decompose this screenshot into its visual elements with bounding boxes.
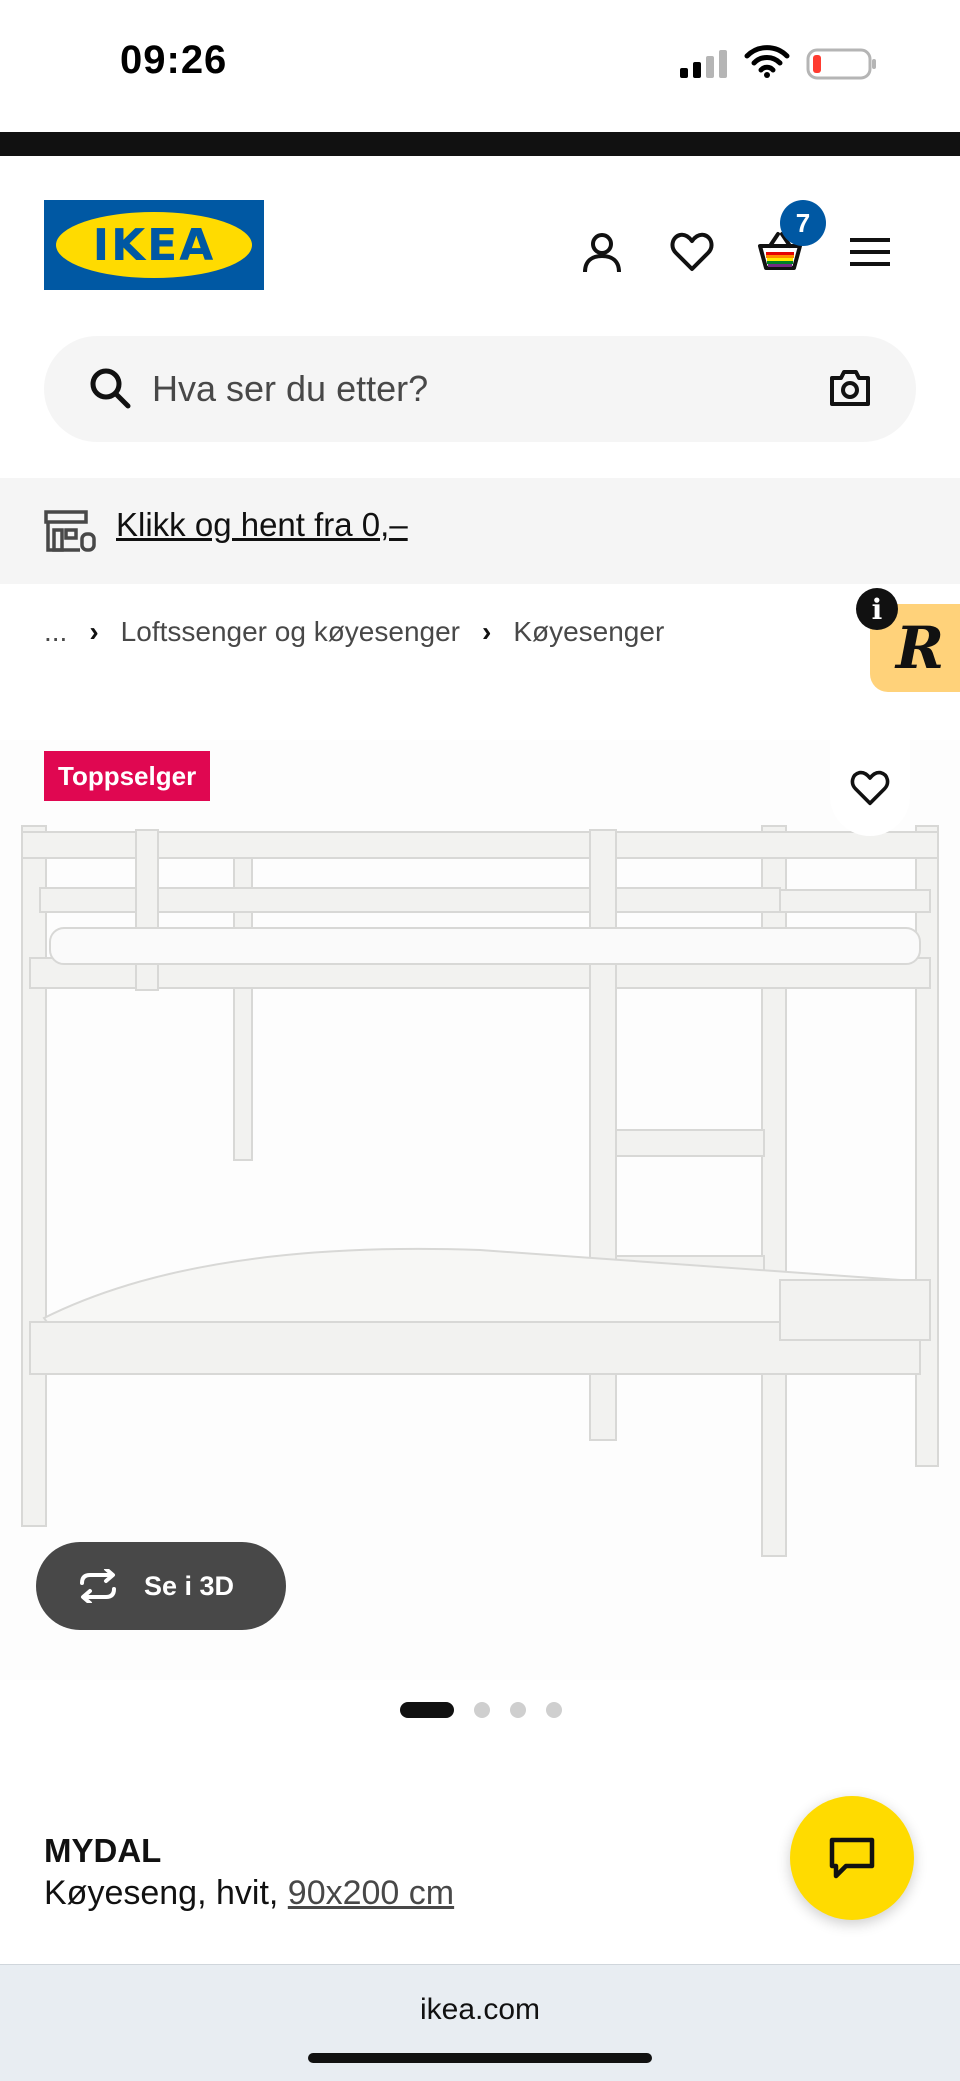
heart-icon <box>850 770 890 806</box>
view-in-3d-label: Se i 3D <box>144 1570 235 1601</box>
click-collect-link[interactable]: Klikk og hent fra 0,– <box>116 506 408 544</box>
product-name: MYDAL <box>44 1832 162 1869</box>
info-icon[interactable]: i <box>856 588 898 630</box>
battery-icon <box>806 48 876 80</box>
rotate-3d-icon <box>80 1569 116 1603</box>
menu-hamburger-icon[interactable] <box>842 224 898 280</box>
browser-top-strip <box>0 132 960 156</box>
product-image[interactable] <box>0 740 960 1680</box>
breadcrumb: ... › Loftssenger og køyesenger › Køyese… <box>44 612 664 652</box>
cellular-signal-icon <box>680 50 727 78</box>
search-input[interactable] <box>152 336 752 442</box>
logo-text: IKEA <box>92 219 216 271</box>
gallery-dot[interactable] <box>510 1702 526 1718</box>
store-pickup-icon <box>44 510 96 552</box>
favourites-heart-icon[interactable] <box>664 224 720 280</box>
search-icon[interactable] <box>88 366 132 410</box>
chat-button[interactable] <box>790 1796 914 1920</box>
chat-bubble-icon <box>829 1837 875 1879</box>
account-icon[interactable] <box>574 224 630 280</box>
browser-address-bar: ikea.com <box>0 1964 960 2081</box>
breadcrumb-ellipsis[interactable]: ... <box>44 616 67 648</box>
size-link[interactable]: 90x200 cm <box>288 1874 454 1912</box>
gallery-dot[interactable] <box>474 1702 490 1718</box>
gallery-dot[interactable] <box>546 1702 562 1718</box>
ikea-logo[interactable]: IKEA <box>44 200 264 290</box>
camera-search-icon[interactable] <box>828 366 872 410</box>
gallery-dot-active[interactable] <box>400 1702 454 1718</box>
product-description-text: Køyeseng, hvit, <box>44 1874 279 1912</box>
logo-oval: IKEA <box>56 212 252 278</box>
cart-count-badge: 7 <box>780 200 826 246</box>
breadcrumb-item-koyesenger[interactable]: Køyesenger <box>513 616 664 648</box>
view-in-3d-button[interactable]: Se i 3D <box>36 1542 286 1630</box>
home-indicator[interactable] <box>308 2053 652 2063</box>
product-favourite-button[interactable] <box>830 740 910 836</box>
breadcrumb-item-loftssenger[interactable]: Loftssenger og køyesenger <box>121 616 460 648</box>
status-time: 09:26 <box>120 38 228 82</box>
bunk-bed-illustration <box>21 825 939 1557</box>
product-description: Køyeseng, hvit, 90x200 cm <box>44 1874 454 1913</box>
wifi-icon <box>744 45 790 78</box>
bestseller-badge: Toppselger <box>44 751 211 801</box>
breadcrumb-chevron-icon: › <box>89 616 99 647</box>
gallery-pagination <box>400 1702 562 1718</box>
status-bar: 09:26 <box>0 0 960 132</box>
click-collect-banner: Klikk og hent fra 0,– <box>0 478 960 584</box>
browser-url[interactable]: ikea.com <box>0 1993 960 2027</box>
breadcrumb-chevron-icon: › <box>481 616 492 647</box>
search-bar <box>44 336 916 442</box>
site-header: IKEA 7 <box>0 156 960 334</box>
